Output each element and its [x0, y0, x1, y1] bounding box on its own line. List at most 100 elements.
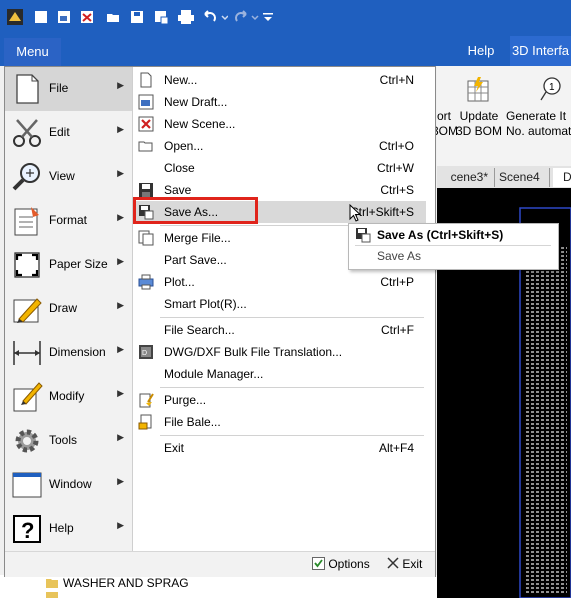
menu-item-new-scene[interactable]: New Scene...: [134, 113, 426, 135]
menu-category-tools[interactable]: Tools ▶: [5, 419, 132, 463]
ribbon-button-line: No. automat: [506, 124, 571, 138]
qa-customize-icon[interactable]: [262, 10, 274, 24]
dwg-icon: D: [138, 344, 154, 360]
tree-item[interactable]: WASHER AND SPRAG: [63, 576, 189, 590]
paper-size-icon: [11, 249, 43, 281]
menu-category-paper-size[interactable]: Paper Size ▶: [5, 243, 132, 287]
menu-item-plot[interactable]: Plot... Ctrl+P: [134, 271, 426, 293]
chevron-right-icon: ▶: [117, 520, 124, 530]
chevron-right-icon: ▶: [117, 300, 124, 310]
modify-icon: [11, 381, 43, 413]
qa-save-as-icon[interactable]: [154, 10, 169, 25]
menu-category-edit[interactable]: Edit ▶: [5, 111, 132, 155]
menu-separator: [160, 435, 424, 436]
open-folder-icon: [138, 138, 154, 154]
menu-category-window[interactable]: Window ▶: [5, 463, 132, 507]
new-draft-icon: [138, 94, 154, 110]
menu-item-open[interactable]: Open... Ctrl+O: [134, 135, 426, 157]
menu-item-label: Plot...: [164, 275, 195, 289]
menu-item-dwg-dxf-translation[interactable]: D DWG/DXF Bulk File Translation...: [134, 341, 426, 363]
options-label: Options: [328, 557, 370, 571]
menu-item-label: New Draft...: [164, 95, 228, 109]
qa-undo-icon[interactable]: [202, 10, 229, 24]
window-icon: [11, 469, 43, 501]
qa-save-icon[interactable]: [130, 10, 144, 24]
qa-new-scene-icon[interactable]: [80, 10, 94, 24]
menu-category-label: Modify: [49, 389, 85, 403]
menu-category-label: Window: [49, 477, 92, 491]
app-logo-icon[interactable]: [7, 9, 23, 25]
menu-item-exit[interactable]: Exit Alt+F4: [134, 437, 426, 459]
ribbon-button-update-3d-bom[interactable]: Update 3D BOM: [455, 109, 503, 139]
menu-category-label: Paper Size: [49, 257, 108, 271]
scene-tab[interactable]: cene3*: [428, 168, 495, 187]
chevron-right-icon: ▶: [117, 80, 124, 90]
menu-category-file[interactable]: File ▶: [5, 67, 132, 111]
scissors-icon: [11, 117, 43, 149]
purge-icon: [138, 392, 154, 408]
qa-print-icon[interactable]: [178, 10, 194, 24]
chevron-right-icon: ▶: [117, 476, 124, 486]
qa-redo-icon[interactable]: [234, 10, 260, 24]
exit-button[interactable]: Exit: [387, 557, 422, 571]
chevron-right-icon: ▶: [117, 168, 124, 178]
merge-file-icon: [138, 230, 154, 246]
menu-item-new[interactable]: New... Ctrl+N: [134, 69, 426, 91]
menu-item-shortcut: Ctrl+N: [379, 73, 414, 87]
qa-new-draft-icon[interactable]: [57, 10, 71, 24]
menu-item-label: Merge File...: [164, 231, 231, 245]
scene-tab[interactable]: Scene4: [495, 168, 550, 187]
menu-footer: [5, 551, 435, 577]
chevron-right-icon: ▶: [117, 388, 124, 398]
tab-help[interactable]: Help: [460, 36, 502, 66]
menu-item-label: Exit: [164, 441, 185, 455]
menu-category-label: Draw: [49, 301, 78, 315]
menu-item-file-search[interactable]: File Search... Ctrl+F: [134, 319, 426, 341]
menu-item-shortcut: Ctrl+O: [378, 139, 414, 153]
qa-new-icon[interactable]: [34, 10, 48, 24]
menu-category-label: Dimension: [49, 345, 106, 359]
menu-item-label: DWG/DXF Bulk File Translation...: [164, 345, 343, 359]
scene-tab-active[interactable]: D: [553, 168, 571, 187]
menu-category-draw[interactable]: Draw ▶: [5, 287, 132, 331]
qa-open-icon[interactable]: [106, 10, 120, 24]
menu-button[interactable]: Menu: [4, 38, 61, 66]
menu-category-label: Format: [49, 213, 88, 227]
menu-item-shortcut: Ctrl+F: [381, 323, 414, 337]
menu-item-purge[interactable]: Purge...: [134, 389, 426, 411]
new-scene-icon: [138, 116, 154, 132]
svg-text:?: ?: [21, 518, 34, 543]
menu-category-label: View: [49, 169, 75, 183]
menu-item-module-manager[interactable]: Module Manager...: [134, 363, 426, 385]
options-button[interactable]: Options: [312, 557, 370, 571]
ribbon-button-generate-item-no[interactable]: Generate It No. automat: [506, 109, 571, 139]
menu-category-label: Tools: [49, 433, 78, 447]
highlight-box: [133, 197, 258, 224]
menu-item-label: File Search...: [164, 323, 235, 337]
menu-item-label: Save: [164, 183, 192, 197]
menu-item-file-bale[interactable]: File Bale...: [134, 411, 426, 433]
menu-item-shortcut: Ctrl+W: [377, 161, 414, 175]
format-icon: [11, 205, 43, 237]
menu-category-help[interactable]: ? Help ▶: [5, 507, 132, 551]
menu-category-format[interactable]: Format ▶: [5, 199, 132, 243]
menu-divider: [132, 67, 133, 551]
ribbon-button-line: Generate It: [506, 109, 567, 123]
menu-item-smart-plot[interactable]: Smart Plot(R)...: [134, 293, 426, 315]
menu-category-view[interactable]: View ▶: [5, 155, 132, 199]
menu-category-modify[interactable]: Modify ▶: [5, 375, 132, 419]
file-bale-icon: [138, 414, 154, 430]
menu-item-label: Open...: [164, 139, 204, 153]
menu-category-label: Help: [49, 521, 74, 535]
tooltip-description: Save As: [377, 249, 422, 263]
tab-3d-interface[interactable]: 3D Interfa: [510, 36, 571, 66]
menu-category-dimension[interactable]: Dimension ▶: [5, 331, 132, 375]
menu-item-close[interactable]: Close Ctrl+W: [134, 157, 426, 179]
close-icon: [387, 557, 399, 569]
menu-item-new-draft[interactable]: New Draft...: [134, 91, 426, 113]
ribbon-button-line: ort: [436, 109, 451, 123]
chevron-right-icon: ▶: [117, 124, 124, 134]
folder-icon: [46, 592, 58, 598]
menu-item-label: Purge...: [164, 393, 207, 407]
chevron-right-icon: ▶: [117, 344, 124, 354]
